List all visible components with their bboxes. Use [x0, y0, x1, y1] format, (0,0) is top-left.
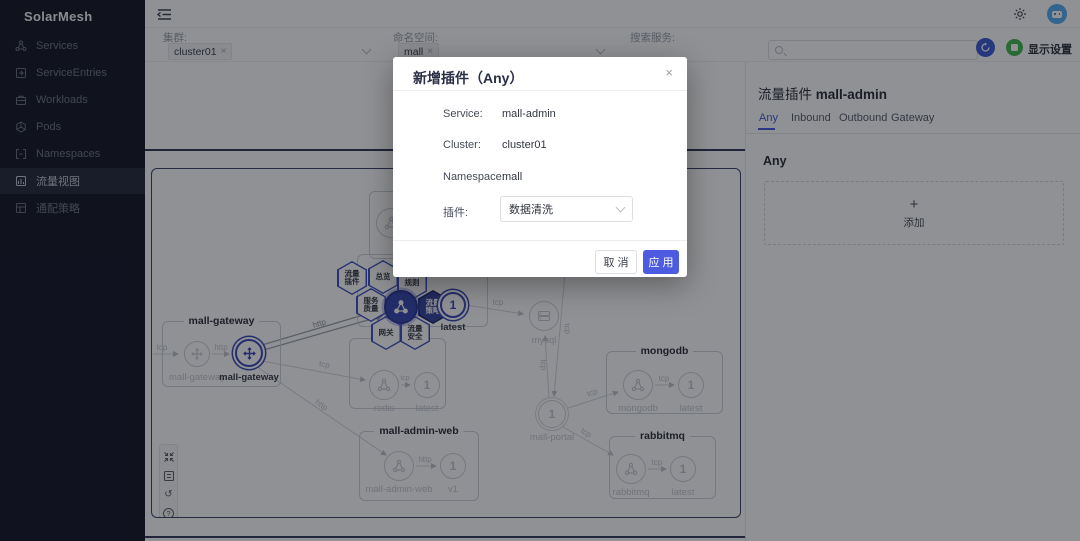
modal-close-icon[interactable]: × [665, 65, 673, 80]
field-label: Cluster: [443, 139, 481, 151]
field-value: cluster01 [502, 139, 547, 151]
field-value: mall-admin [502, 108, 556, 120]
modal-title: 新增插件（Any） [413, 68, 523, 88]
select-chevron-icon [616, 203, 626, 213]
apply-button[interactable]: 应 用 [643, 250, 679, 274]
modal-header-divider [393, 90, 687, 91]
solarmesh-app: SolarMesh Services ServiceEntries Worklo… [0, 0, 1080, 541]
add-plugin-modal: 新增插件（Any） × Service: mall-admin Cluster:… [393, 57, 687, 277]
modal-footer-divider [393, 240, 687, 241]
plugin-select[interactable]: 数据清洗 [500, 196, 633, 222]
plugin-select-value: 数据清洗 [509, 201, 553, 217]
field-value: mall [502, 171, 522, 183]
plugin-field-label: 插件: [443, 204, 468, 220]
field-label: Service: [443, 108, 483, 120]
field-label: Namespace: [443, 171, 505, 183]
cancel-button[interactable]: 取 消 [595, 250, 637, 274]
